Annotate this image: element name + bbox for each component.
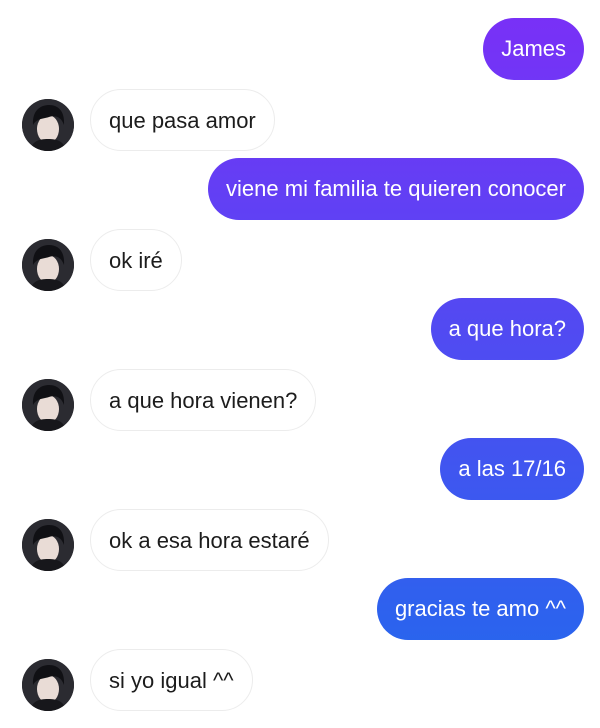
message-row-received: que pasa amor [0, 89, 600, 153]
message-row-received: a que hora vienen? [0, 369, 600, 433]
sent-message-bubble[interactable]: James [483, 18, 584, 80]
received-message-bubble[interactable]: a que hora vienen? [90, 369, 317, 431]
sent-message-bubble[interactable]: a las 17/16 [440, 438, 584, 500]
received-message-bubble[interactable]: si yo igual ^^ [90, 649, 253, 711]
message-row-sent: a las 17/16 [0, 438, 600, 502]
sent-message-bubble[interactable]: gracias te amo ^^ [376, 578, 584, 640]
message-row-received: ok iré [0, 229, 600, 293]
received-message-bubble[interactable]: ok iré [90, 229, 182, 291]
sent-message-bubble[interactable]: a que hora? [430, 298, 584, 360]
contact-avatar-icon[interactable] [22, 379, 74, 431]
message-row-sent: a que hora? [0, 298, 600, 362]
message-row-sent: gracias te amo ^^ [0, 578, 600, 642]
contact-avatar-icon[interactable] [22, 239, 74, 291]
message-row-sent: viene mi familia te quieren conocer [0, 158, 600, 222]
message-row-received: si yo igual ^^ [0, 649, 600, 713]
received-message-bubble[interactable]: ok a esa hora estaré [90, 509, 329, 571]
contact-avatar-icon[interactable] [22, 99, 74, 151]
message-row-sent: James [0, 18, 600, 82]
contact-avatar-icon[interactable] [22, 519, 74, 571]
chat-thread: James que pasa amor viene mi familia te … [0, 0, 600, 728]
sent-message-bubble[interactable]: viene mi familia te quieren conocer [208, 158, 584, 220]
received-message-bubble[interactable]: que pasa amor [90, 89, 275, 151]
message-row-received: ok a esa hora estaré [0, 509, 600, 573]
contact-avatar-icon[interactable] [22, 659, 74, 711]
